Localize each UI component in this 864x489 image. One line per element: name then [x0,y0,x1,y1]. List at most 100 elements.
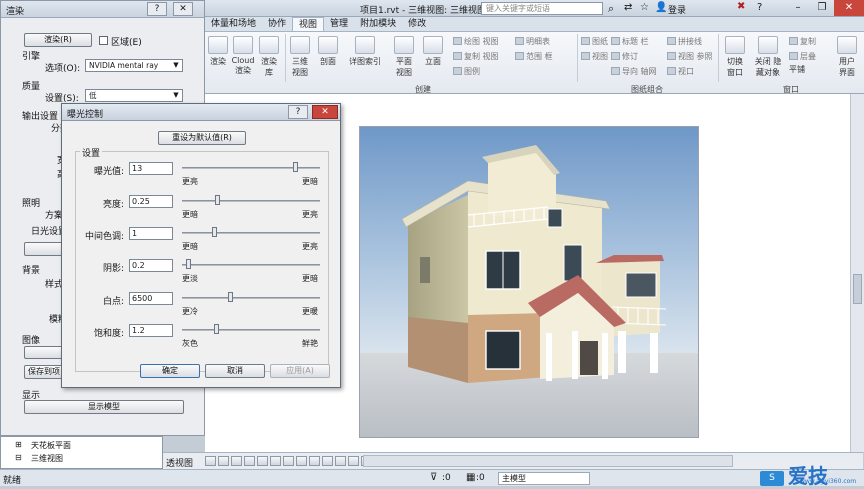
cloud-render-button[interactable]: Cloud 渲染 [231,36,255,76]
user-interface-button[interactable]: 用户 界面 [835,36,859,78]
tree-item-ceiling-plans[interactable]: 天花板平面 [31,440,71,451]
exchange-apps-icon[interactable]: ✖ [737,1,745,12]
render-close-button[interactable]: ✕ [173,2,193,16]
ok-button[interactable]: 确定 [140,364,200,378]
section-button[interactable]: 剖面 [317,36,339,67]
close-hidden-button[interactable]: 关闭 隐藏对象 [751,36,785,78]
adjust-exposure-button[interactable] [24,346,64,359]
tab-manage[interactable]: 管理 [324,17,354,31]
drafting-view-button[interactable]: 绘图 视图 [453,36,499,47]
unlock-view-icon[interactable] [296,456,307,466]
switch-windows-button[interactable]: 切换 窗口 [723,36,747,78]
vertical-scrollbar[interactable] [850,94,864,452]
detail-level-icon[interactable] [205,456,216,466]
horizontal-scrollbar[interactable] [363,455,733,467]
close-button[interactable]: ✕ [834,0,864,16]
crop-view-icon[interactable] [270,456,281,466]
revisions-button[interactable]: 修订 [611,51,638,62]
star-icon[interactable]: ☆ [640,2,649,13]
reset-defaults-button[interactable]: 重设为默认值(R) [158,131,246,145]
region-checkbox[interactable] [99,36,108,45]
replicate-button[interactable]: 复制 [789,36,816,47]
binoculars-icon[interactable]: ⌕ [608,2,614,16]
analysis-icon[interactable] [348,456,359,466]
apply-button[interactable]: 应用(A) [270,364,330,378]
visual-style-icon[interactable] [218,456,229,466]
callout-button[interactable]: 详图索引 [345,36,385,67]
matchline-button[interactable]: 拼接线 [667,36,702,47]
tree-item-3d-views[interactable]: 三维视图 [31,453,63,464]
midtones-input[interactable]: 1 [129,227,173,240]
expand-icon[interactable]: ⊟ [15,453,22,462]
engine-select[interactable]: NVIDIA mental ray ▼ [85,59,183,72]
midtones-slider[interactable] [182,232,320,234]
exposure-close-button[interactable]: ✕ [312,105,338,119]
ime-icon[interactable]: S [760,471,784,486]
schedules-button[interactable]: 明细表 [515,36,550,47]
view-reference-button[interactable]: 视图 参照 [667,51,713,62]
tab-massing[interactable]: 体量和场地 [205,17,262,31]
white-point-slider[interactable] [182,297,320,299]
artificial-lights-button[interactable] [24,242,64,256]
duplicate-view-button[interactable]: 复制 视图 [453,51,499,62]
design-option-box[interactable]: 主模型 [498,472,590,485]
reveal-hidden-icon[interactable] [322,456,333,466]
exposure-value-slider[interactable] [182,167,320,169]
quality-select[interactable]: 低 ▼ [85,89,183,102]
worksets-icon[interactable]: ▦ [466,472,475,483]
save-to-project-button[interactable]: 保存到项 [24,365,64,379]
help-button[interactable]: ? [147,2,167,16]
show-crop-icon[interactable] [283,456,294,466]
saturation-slider[interactable] [182,329,320,331]
brightness-slider[interactable] [182,200,320,202]
user-icon[interactable]: 👤 [655,2,667,13]
render-gallery-button[interactable]: 渲染 库 [258,36,280,78]
render-ribbon-button[interactable]: 渲染 [207,36,229,67]
login-link[interactable]: 登录 [668,3,686,16]
exposure-value-input[interactable]: 13 [129,162,173,175]
tab-view[interactable]: 视图 [292,17,325,31]
legends-button[interactable]: 图例 [453,66,480,77]
shadows-slider-thumb[interactable] [186,259,191,269]
filter-icon[interactable]: ⊽ [430,472,437,483]
search-input[interactable]: 键入关键字或短语 [481,2,603,15]
scope-box-button[interactable]: 范围 框 [515,51,553,62]
title-block-button[interactable]: 标题 栏 [611,36,649,47]
view-type-label[interactable]: 透视图 [166,456,193,469]
white-point-slider-thumb[interactable] [228,292,233,302]
exposure-value-slider-thumb[interactable] [293,162,298,172]
render-dialog-icon[interactable] [257,456,268,466]
tab-modify[interactable]: 修改 [402,17,432,31]
help-icon[interactable]: ? [757,2,762,13]
show-model-button[interactable]: 显示模型 [24,400,184,414]
minimize-button[interactable]: – [786,0,810,16]
view-place-button[interactable]: 视图 [581,51,608,62]
midtones-slider-thumb[interactable] [212,227,217,237]
exposure-help-button[interactable]: ? [288,105,308,119]
brightness-slider-thumb[interactable] [215,195,220,205]
white-point-input[interactable]: 6500 [129,292,173,305]
sun-path-icon[interactable] [231,456,242,466]
temp-hide-icon[interactable] [309,456,320,466]
shadows-slider[interactable] [182,264,320,266]
saturation-input[interactable]: 1.2 [129,324,173,337]
render-button[interactable]: 渲染(R) [24,33,92,47]
3d-view-button[interactable]: 三维 视图 [289,36,311,78]
shadows-input[interactable]: 0.2 [129,259,173,272]
brightness-input[interactable]: 0.25 [129,195,173,208]
guide-grid-button[interactable]: 导向 轴网 [611,66,657,77]
maximize-button[interactable]: ❐ [810,0,834,16]
tab-addins[interactable]: 附加模块 [354,17,402,31]
expand-icon[interactable]: ⊞ [15,440,22,449]
temp-properties-icon[interactable] [335,456,346,466]
sheet-button[interactable]: 图纸 [581,36,608,47]
elevation-button[interactable]: 立面 [422,36,444,67]
saturation-slider-thumb[interactable] [214,324,219,334]
cancel-button[interactable]: 取消 [205,364,265,378]
shadows-icon[interactable] [244,456,255,466]
tab-collaborate[interactable]: 协作 [262,17,292,31]
cascade-button[interactable]: 层叠 [789,51,816,62]
plan-view-button[interactable]: 平面 视图 [392,36,416,78]
viewports-button[interactable]: 视口 [667,66,694,77]
tile-button[interactable]: 平铺 [789,64,815,75]
